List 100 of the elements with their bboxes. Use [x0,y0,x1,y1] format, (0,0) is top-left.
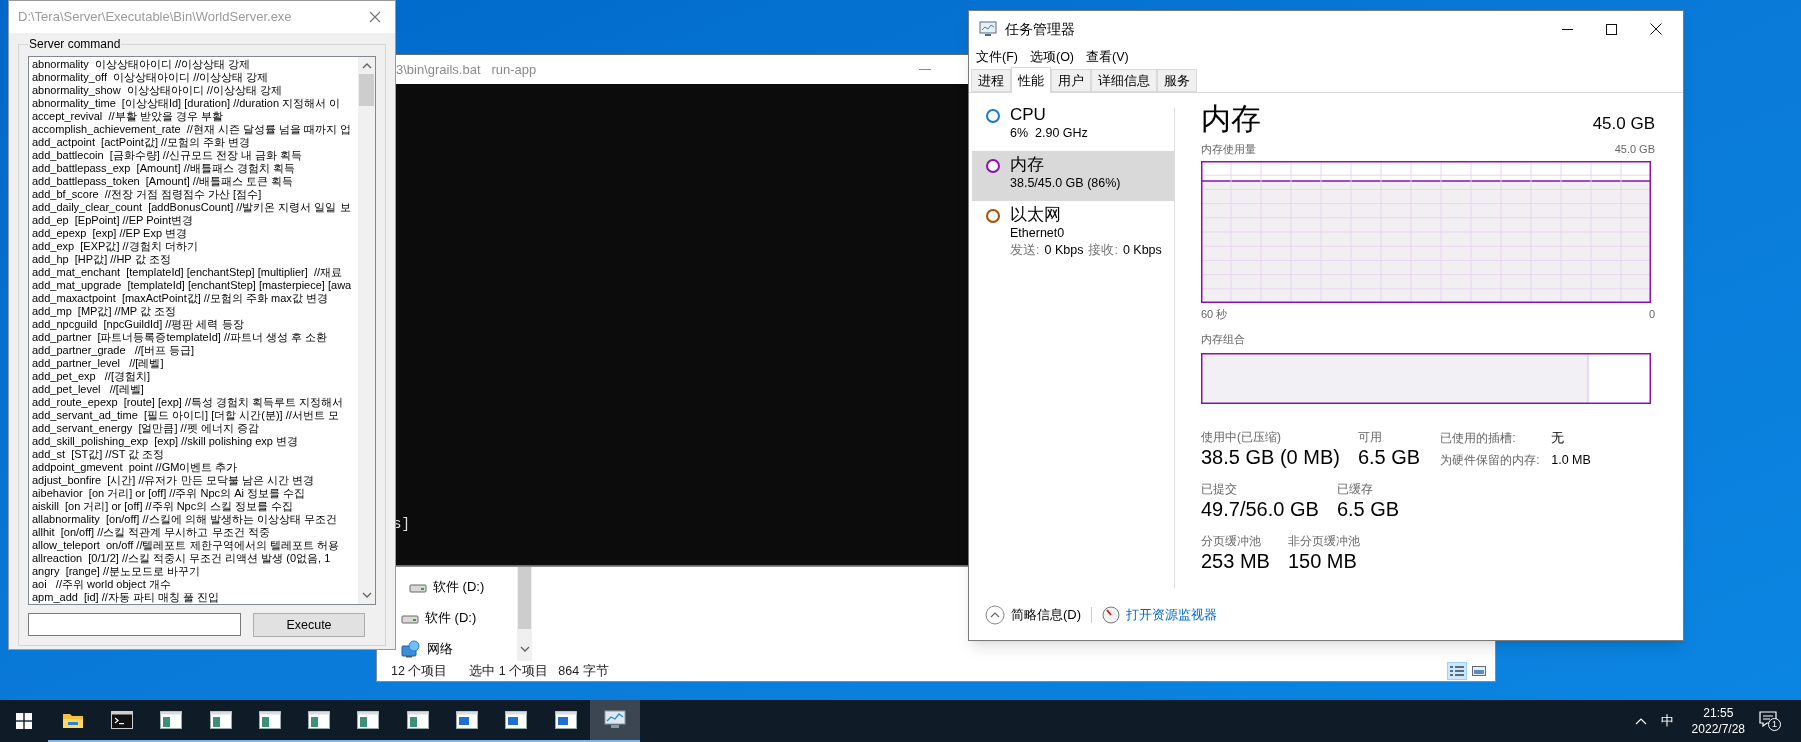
list-item[interactable]: allhit [on/off] //스킬 적관계 무시하고 무조건 적중 [32,526,358,539]
tab[interactable]: 用户 [1051,69,1091,92]
chevron-up-circle-icon[interactable] [985,605,1005,625]
list-item[interactable]: add_skill_polishing_exp [exp] //skill polishing exp 변경 [32,435,358,448]
stat-value: 6.5 GB [1336,497,1400,521]
list-item[interactable]: add_ep [EpPoint] //EP Point변경 [32,214,358,227]
notification-icon[interactable] [1759,711,1777,727]
tab[interactable]: 详细信息 [1091,69,1157,92]
list-item[interactable]: add_npcguild [npcGuildId] //평판 세력 등장 [32,318,358,331]
clock-date[interactable]: 2022/7/28 [1691,721,1745,737]
minimize-icon[interactable] [919,68,931,71]
list-item[interactable]: allow_teleport on/off //텔레포트 제한구역에서의 텔레포트 허용 [32,539,358,552]
chart-title: 内存组合 [1201,332,1246,346]
item-count: 12 个项目 [391,662,448,680]
list-item[interactable]: accept_revival //부활 받았을 경우 부활 [32,110,358,123]
resource-detail: 38.5/45.0 GB (86%) [1010,175,1121,192]
list-item[interactable]: aiskill [on 거리] or [off] //주위 Npc의 스킬 정보를 수집 [32,500,358,513]
input-method-indicator[interactable]: 中 [1656,711,1678,731]
large-icons-view-icon [1471,664,1487,678]
list-item[interactable]: aibehavior [on 거리] or [off] //주위 Npc의 Ai 정보를 수집 [32,487,358,500]
chevron-down-icon[interactable] [361,591,372,599]
throughput-label: 发送: [1010,242,1040,259]
scrollbar-thumb[interactable] [518,567,531,629]
window-icon [160,711,183,729]
list-item[interactable]: add_partner_level //[레벨] [32,357,358,370]
list-item[interactable]: add_battlepass_exp [Amount] //배틀패스 경험치 획득 [32,162,358,175]
list-item[interactable]: add_actpoint [actPoint값] //모험의 주화 변경 [32,136,358,149]
list-item[interactable]: apm_add [id] //자동 파티 매칭 풀 진입 [32,591,358,604]
folder-icon [61,711,84,729]
list-item[interactable]: abnormality_show 이상상태아이디 //이상상태 강제 [32,84,358,97]
window-icon [554,711,577,729]
list-item[interactable]: add_mat_enchant [templateId] [enchantStep] [multiplier] //재료 [32,266,358,279]
resource-item[interactable]: 内存 38.5/45.0 GB (86%) [972,151,1174,201]
chart-max-label: 45.0 GB [1614,142,1655,156]
command-list[interactable] [28,56,376,605]
resource-item[interactable]: 以太网 Ethernet0 发送: 0 Kbps 接收: 0 Kbps [972,201,1174,263]
execute-button[interactable]: Execute [253,613,365,637]
selection-info: 选中 1 个项目 [469,662,549,680]
nav-item[interactable]: 软件 (D:) [401,602,481,633]
list-item[interactable]: add_bf_score //전장 거점 점령점수 가산 [점수] [32,188,358,201]
list-item[interactable]: abnormality_off 이상상태아이디 //이상상태 강제 [32,71,358,84]
list-item[interactable]: abnormality 이상상태아이디 //이상상태 강제 [32,58,358,71]
window-icon [258,711,281,729]
list-item[interactable]: add_servant_energy [얼만큼] //펫 에너지 증감 [32,422,358,435]
list-item[interactable]: add_hp [HP값] //HP 값 조정 [32,253,358,266]
scrollbar-thumb[interactable] [359,74,374,106]
throughput-value: 0 Kbps [1122,242,1162,259]
list-item[interactable]: add_route_epexp [route] [exp] //특성 경험치 획득루트 지정해서 [32,396,358,409]
list-item[interactable]: angry [range] //분노모드로 바꾸기 [32,565,358,578]
list-item[interactable]: accomplish_achievement_rate //현재 시즌 달성률 넘을 때까지 업 [32,123,358,136]
list-item[interactable]: add_battlepass_token [Amount] //배틀패스 토큰 획득 [32,175,358,188]
list-item[interactable]: add_partner_grade //[버프 등급] [32,344,358,357]
list-item[interactable]: allreaction [0/1/2] //스킬 적중시 무조건 리액션 발생 (0없음, 1 [32,552,358,565]
list-item[interactable]: allabnormality [on/off] //스킬에 의해 발생하는 이상상태 무조건 [32,513,358,526]
fewer-details-toggle[interactable]: 简略信息(D) [1011,605,1082,625]
clock-time[interactable]: 21:55 [1703,705,1734,721]
list-item[interactable]: adjust_bonfire [시간] //유저가 만든 모닥불 남은 시간 변경 [32,474,358,487]
tab[interactable]: 性能 [1011,67,1051,93]
list-item[interactable]: add_battlecoin [금화수량] //신규모드 전장 내 금화 획득 [32,149,358,162]
list-item[interactable]: add_pet_exp //[경험치] [32,370,358,383]
gauge-icon [1102,606,1121,624]
chevron-down-icon[interactable] [519,645,530,653]
list-item[interactable]: add_daily_clear_count [addBonusCount] //발키온 지령서 일일 보 [32,201,358,214]
notification-badge: 1 [1768,718,1781,731]
stat-label: 使用中(已压缩) [1201,430,1282,445]
list-item[interactable]: abnormality_time [이상상태Id] [duration] //duration 지정해서 이 [32,97,358,110]
stat-value: 150 MB [1287,549,1358,573]
maximize-icon [1605,23,1617,35]
tab[interactable]: 服务 [1157,69,1197,92]
menu-item[interactable]: 文件(F) [970,47,1024,67]
menu-item[interactable]: 查看(V) [1080,47,1135,67]
group-label: Server command [28,36,122,53]
details-view-icon [1449,664,1465,678]
list-item[interactable]: add_partner [파트너등록증templateId] //파트너 생성 후 소환 [32,331,358,344]
resource-item[interactable]: CPU 6% 2.90 GHz [972,101,1174,151]
window-icon [505,711,528,729]
window-icon [357,711,380,729]
taskbar-button[interactable] [590,700,640,742]
nav-item[interactable]: 软件 (D:) [409,571,489,602]
nav-item[interactable]: 网络 [401,633,457,664]
list-item[interactable]: add_maxactpoint [maxActPoint값] //모험의 주화 max값 변경 [32,292,358,305]
list-item[interactable]: add_servant_ad_time [필드 아이디] [더할 시간(분)] //서번트 모 [32,409,358,422]
menu-item[interactable]: 选项(O) [1023,47,1081,67]
resource-monitor-link[interactable]: 打开资源监视器 [1126,605,1218,625]
window-icon [209,711,232,729]
list-item[interactable]: add_exp [EXP값] //경험치 더하기 [32,240,358,253]
list-item[interactable]: add_mp [MP값] //MP 값 조정 [32,305,358,318]
list-item[interactable]: add_st [ST값] //ST 값 조정 [32,448,358,461]
list-item[interactable]: add_epexp [exp] //EP Exp 변경 [32,227,358,240]
list-item[interactable]: add_pet_level //[레벨] [32,383,358,396]
chart-title: 内存使用量 [1201,142,1256,156]
command-input[interactable] [28,613,241,636]
list-item[interactable]: aoi //주위 world object 개수 [32,578,358,591]
tab[interactable]: 进程 [971,69,1011,92]
close-icon[interactable] [369,11,381,23]
list-item[interactable]: add_mat_upgrade [templateId] [enchantStep] [masterpiece] [awa [32,279,358,292]
view-button[interactable] [1447,662,1467,680]
resource-name: 以太网 [1010,205,1062,225]
info-value: 无 [1551,431,1566,447]
list-item[interactable]: addpoint_gmevent point //GM이벤트 추가 [32,461,358,474]
